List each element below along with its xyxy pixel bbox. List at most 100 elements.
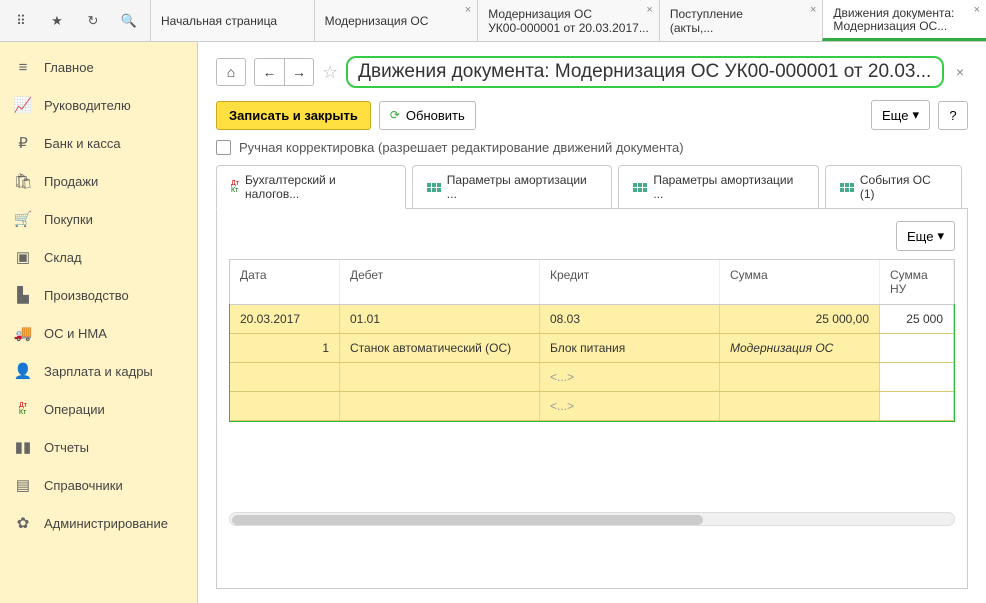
back-button[interactable]: ← <box>254 58 284 86</box>
help-button[interactable]: ? <box>938 101 968 130</box>
tab-movements[interactable]: Движения документа: Модернизация ОС... × <box>822 0 986 41</box>
tab-label: Начальная страница <box>161 14 304 28</box>
cell-empty <box>720 363 880 391</box>
cell-sum: 25 000,00 <box>720 305 880 333</box>
cell-sum-nu: 25 000 <box>880 305 954 333</box>
cell-debit-desc: Станок автоматический (ОС) <box>340 334 540 362</box>
subtab-amort2[interactable]: Параметры амортизации ... <box>618 165 819 208</box>
sidebar-item-admin[interactable]: ✿Администрирование <box>0 504 197 542</box>
grid-icon <box>840 183 854 192</box>
col-sum-nu[interactable]: Сумма НУ <box>880 260 954 304</box>
subtab-accounting[interactable]: ДтКт Бухгалтерский и налогов... <box>216 165 406 209</box>
cell-placeholder: <...> <box>540 363 720 391</box>
tab-label: Поступление <box>670 7 813 21</box>
chevron-down-icon: ▾ <box>912 107 919 123</box>
close-icon[interactable]: × <box>974 4 980 16</box>
menu-icon: ≡ <box>14 58 32 76</box>
sidebar-item-production[interactable]: ▙Производство <box>0 276 197 314</box>
cell-credit-desc: Блок питания <box>540 334 720 362</box>
dtkt-icon: ДтКт <box>231 180 239 194</box>
table-more-button[interactable]: Еще▾ <box>896 221 955 251</box>
tab-label: Модернизация ОС <box>488 7 649 21</box>
tab-sublabel: (акты,... <box>670 21 813 35</box>
cell-operation: Модернизация ОС <box>720 334 880 362</box>
cell-empty <box>720 392 880 420</box>
sidebar-item-main[interactable]: ≡Главное <box>0 48 197 86</box>
cell-credit: 08.03 <box>540 305 720 333</box>
refresh-icon: ⟳ <box>390 108 400 122</box>
history-icon[interactable]: ↻ <box>84 12 102 30</box>
close-icon[interactable]: × <box>646 4 652 16</box>
star-icon[interactable]: ★ <box>48 12 66 30</box>
close-icon[interactable]: × <box>810 4 816 16</box>
apps-icon[interactable]: ⠿ <box>12 12 30 30</box>
sidebar-item-operations[interactable]: ДтКтОперации <box>0 390 197 428</box>
scrollbar-thumb[interactable] <box>232 515 703 525</box>
truck-icon: 🚚 <box>14 324 32 342</box>
favorite-icon[interactable]: ☆ <box>322 62 338 83</box>
page-title: Движения документа: Модернизация ОС УК00… <box>346 56 944 88</box>
sidebar-item-warehouse[interactable]: ▣Склад <box>0 238 197 276</box>
cell-row-num: 1 <box>230 334 340 362</box>
grid-icon <box>427 183 441 192</box>
table-row[interactable]: 1 Станок автоматический (ОС) Блок питани… <box>230 334 954 363</box>
tab-receipts[interactable]: Поступление (акты,... × <box>659 0 823 41</box>
grid-icon <box>633 183 647 192</box>
tab-label: Модернизация ОС <box>325 14 468 28</box>
refresh-button[interactable]: ⟳Обновить <box>379 101 476 130</box>
more-button[interactable]: Еще▾ <box>871 100 930 130</box>
ruble-icon: ₽ <box>14 134 32 152</box>
person-icon: 👤 <box>14 362 32 380</box>
forward-button[interactable]: → <box>284 58 314 86</box>
tab-modernization-doc[interactable]: Модернизация ОС УК00-000001 от 20.03.201… <box>477 0 659 41</box>
table-row[interactable]: 20.03.2017 01.01 08.03 25 000,00 25 000 <box>230 305 954 334</box>
tab-modernization[interactable]: Модернизация ОС × <box>314 0 478 41</box>
search-icon[interactable]: 🔍 <box>120 12 138 30</box>
cell-empty <box>880 334 954 362</box>
horizontal-scrollbar[interactable] <box>229 512 955 526</box>
cell-empty <box>880 363 954 391</box>
sidebar-item-bank[interactable]: ₽Банк и касса <box>0 124 197 162</box>
sidebar: ≡Главное 📈Руководителю ₽Банк и касса 🛍Пр… <box>0 42 198 603</box>
col-credit[interactable]: Кредит <box>540 260 720 304</box>
sidebar-item-catalogs[interactable]: ▤Справочники <box>0 466 197 504</box>
sidebar-item-sales[interactable]: 🛍Продажи <box>0 162 197 200</box>
chart-up-icon: 📈 <box>14 96 32 114</box>
cell-empty <box>340 363 540 391</box>
cell-empty <box>230 363 340 391</box>
factory-icon: ▙ <box>14 286 32 304</box>
subtab-amort1[interactable]: Параметры амортизации ... <box>412 165 613 208</box>
cell-debit: 01.01 <box>340 305 540 333</box>
close-icon[interactable]: × <box>465 4 471 16</box>
manual-edit-checkbox[interactable] <box>216 140 231 155</box>
tab-sublabel: Модернизация ОС... <box>833 19 976 32</box>
sidebar-item-reports[interactable]: ▮▮Отчеты <box>0 428 197 466</box>
col-debit[interactable]: Дебет <box>340 260 540 304</box>
box-icon: ▣ <box>14 248 32 266</box>
cell-placeholder: <...> <box>540 392 720 420</box>
table-row[interactable]: <...> <box>230 392 954 421</box>
col-sum[interactable]: Сумма <box>720 260 880 304</box>
subtab-events[interactable]: События ОС (1) <box>825 165 962 208</box>
sidebar-item-assets[interactable]: 🚚ОС и НМА <box>0 314 197 352</box>
sidebar-item-manager[interactable]: 📈Руководителю <box>0 86 197 124</box>
gear-icon: ✿ <box>14 514 32 532</box>
table-row[interactable]: <...> <box>230 363 954 392</box>
sidebar-item-purchases[interactable]: 🛒Покупки <box>0 200 197 238</box>
dtkt-icon: ДтКт <box>14 400 32 418</box>
folder-icon: ▤ <box>14 476 32 494</box>
save-close-button[interactable]: Записать и закрыть <box>216 101 371 130</box>
bag-icon: 🛍 <box>14 172 32 190</box>
close-page-button[interactable]: × <box>952 64 968 80</box>
chevron-down-icon: ▾ <box>937 228 944 244</box>
home-button[interactable]: ⌂ <box>216 58 246 86</box>
sidebar-item-hr[interactable]: 👤Зарплата и кадры <box>0 352 197 390</box>
barchart-icon: ▮▮ <box>14 438 32 456</box>
tab-label: Движения документа: <box>833 6 976 19</box>
manual-edit-label: Ручная корректировка (разрешает редактир… <box>239 140 684 155</box>
tab-home[interactable]: Начальная страница <box>150 0 314 41</box>
col-date[interactable]: Дата <box>230 260 340 304</box>
cell-empty <box>230 392 340 420</box>
cell-empty <box>880 392 954 420</box>
tab-sublabel: УК00-000001 от 20.03.2017... <box>488 21 649 35</box>
